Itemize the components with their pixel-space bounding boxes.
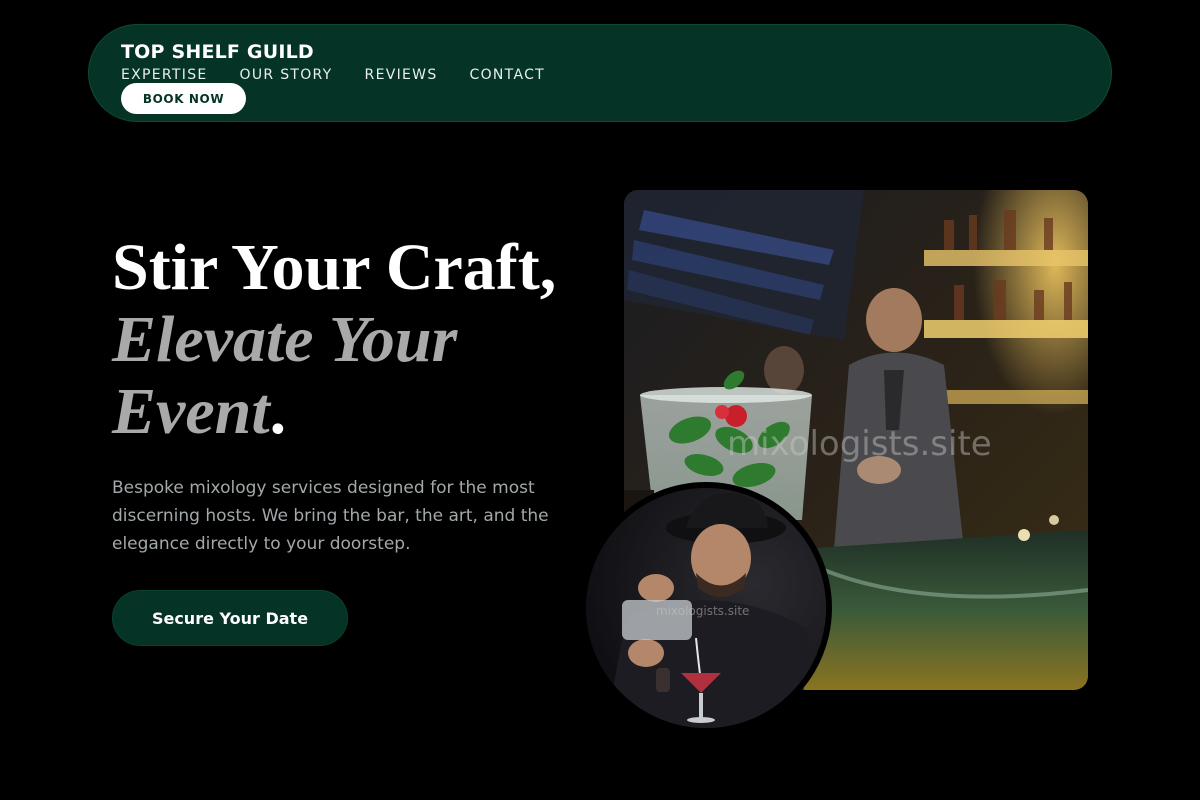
nav-link-reviews[interactable]: REVIEWS	[365, 67, 438, 83]
hero-title: Stir Your Craft, Elevate Your Event.	[112, 232, 592, 448]
nav-link-our-story[interactable]: OUR STORY	[240, 67, 333, 83]
brand-logo[interactable]: TOP SHELF GUILD	[121, 41, 314, 63]
top-navigation: TOP SHELF GUILD EXPERTISE OUR STORY REVI…	[88, 24, 1112, 122]
nav-link-expertise[interactable]: EXPERTISE	[121, 67, 208, 83]
secure-date-button[interactable]: Secure Your Date	[112, 590, 348, 646]
circle-photo-watermark: mixologists.site	[656, 604, 750, 618]
hero-title-line2: Elevate Your Event.	[112, 304, 592, 448]
main-photo-watermark: mixologists.site	[727, 424, 992, 464]
nav-link-contact[interactable]: CONTACT	[470, 67, 546, 83]
hero-title-line1: Stir Your Craft,	[112, 231, 557, 304]
hero-description: Bespoke mixology services designed for t…	[112, 478, 549, 554]
hero-title-period: .	[269, 375, 287, 448]
nav-links: EXPERTISE OUR STORY REVIEWS CONTACT	[121, 67, 577, 83]
book-now-button[interactable]: BOOK NOW	[121, 83, 246, 114]
